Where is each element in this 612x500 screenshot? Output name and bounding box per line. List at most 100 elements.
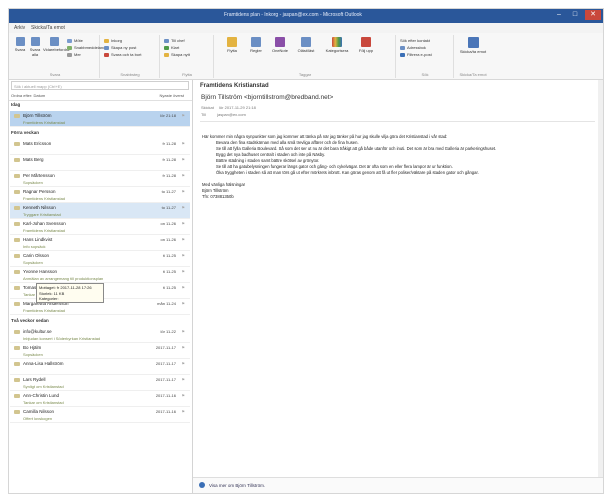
sort-order-label[interactable]: Nyaste överst (160, 93, 184, 98)
ribbon-group-send-receive: Skicka/ta emot Skicka/Ta emot (455, 35, 491, 78)
onenote-button[interactable]: OneNote (269, 37, 291, 53)
message-list-pane: Sök i aktuell mapp (Ctrl+E) Ordna efter:… (9, 80, 193, 493)
list-item[interactable]: Karl-Johan Svensson Framtidens Kristianst… (10, 219, 190, 235)
close-button[interactable]: ✕ (585, 10, 601, 20)
list-item-sender: Ann-Christin Lund (23, 393, 60, 398)
to-value[interactable]: jaspan@ex.com (217, 112, 246, 117)
list-item[interactable]: Bo Hjälm Sopsäcken 2017-11-17 ⚑ (10, 343, 190, 359)
list-item-date: fr 11-28 (162, 173, 177, 178)
filter-email-button[interactable]: Filtrera e-post (400, 52, 432, 57)
tab-skicka[interactable]: Skicka/Ta emot (31, 25, 65, 31)
forward-icon (49, 37, 59, 46)
move-button[interactable]: Flytta (221, 37, 243, 53)
list-item-date: 2017-11-17 (155, 361, 176, 366)
reading-scrollbar[interactable] (598, 80, 603, 493)
group-header[interactable]: Två veckor sedan (11, 318, 49, 323)
find-contact-button[interactable]: Sök efter kontakt (400, 38, 430, 43)
window-title: Framtidens plan - Inkorg - jaspan@ex.com… (224, 12, 362, 18)
list-item-date: on 11-26 (160, 221, 177, 226)
quick-step-1[interactable]: Inkorg (104, 38, 122, 43)
search-input[interactable]: Sök i aktuell mapp (Ctrl+E) (11, 81, 189, 90)
rules-button[interactable]: Regler (245, 37, 267, 53)
reply-all-icon (30, 37, 40, 46)
group-header[interactable]: Idag (11, 102, 20, 107)
tab-arkiv[interactable]: Arkiv (14, 25, 25, 31)
flag-icon[interactable]: ⚑ (181, 345, 185, 350)
sort-by-label[interactable]: Ordna efter: Datum (11, 93, 45, 98)
ribbon: Svara Svara alla Vidarebefordra Möte Sna… (9, 33, 603, 80)
flag-icon[interactable]: ⚑ (181, 329, 185, 334)
list-item[interactable]: Anna-Lisa Hallström 2017-11-17 ⚑ (10, 359, 190, 375)
flag-icon[interactable]: ⚑ (181, 285, 185, 290)
flag-icon[interactable]: ⚑ (181, 301, 185, 306)
list-item[interactable]: info@kultur.se Inbjudan konsert i Söderky… (10, 327, 190, 343)
ribbon-group-sok: Sök efter kontakt Adressbok Filtrera e-p… (397, 35, 454, 78)
expand-icon[interactable] (199, 482, 205, 488)
flag-icon[interactable]: ⚑ (181, 361, 185, 366)
message-body: Här kommer min några synpunkter som jag … (202, 134, 597, 200)
flag-icon[interactable]: ⚑ (181, 141, 185, 146)
flag-icon[interactable]: ⚑ (181, 205, 185, 210)
list-item[interactable]: Björn Tillström Framtidens Kristianstad lö… (10, 111, 190, 127)
list-item-subject: Framtidens Kristianstad (23, 228, 66, 233)
list-item[interactable]: Ragnar Persson Framtidens Kristianstad to … (10, 187, 190, 203)
more-button[interactable]: Mer (67, 52, 81, 57)
list-item-sender: Bo Hjälm (23, 345, 42, 350)
list-item[interactable]: Mats Ericsson fr 11-28 ⚑ (10, 139, 190, 155)
list-item-date: ti 11-25 (162, 269, 176, 274)
reply-all-button[interactable]: Svara alla (28, 37, 42, 57)
list-item[interactable]: Yvonne Hansson Anmälan av arrangemang til… (10, 267, 190, 283)
flag-icon[interactable]: ⚑ (181, 189, 185, 194)
flag-icon[interactable]: ⚑ (181, 237, 185, 242)
meeting-button[interactable]: Möte (67, 38, 83, 43)
list-item[interactable]: Mats Berg fr 11-28 ⚑ (10, 155, 190, 171)
create-new-button[interactable]: Skapa nytt (164, 52, 190, 57)
group-header[interactable]: Förra veckan (11, 130, 39, 135)
address-book-button[interactable]: Adressbok (400, 45, 426, 50)
read-unread-button[interactable]: Oläst/läst (293, 37, 319, 53)
envelope-icon (14, 410, 20, 414)
categorize-button[interactable]: Kategorisera (321, 37, 353, 53)
people-pane[interactable]: Visa mer om Björn Tillström. (193, 477, 603, 493)
message-sender[interactable]: Björn Tillström <bjorntillstrom@bredband… (201, 94, 333, 101)
envelope-icon (14, 330, 20, 334)
list-item[interactable]: Kenneth Nilsson Tryggare Kristianstad to 1… (10, 203, 190, 219)
list-item[interactable]: Lars Rydell Synligt om Kristianstad 2017-1… (10, 375, 190, 391)
title-bar: Framtidens plan - Inkorg - jaspan@ex.com… (9, 9, 603, 23)
sent-label: Skickat (201, 105, 214, 110)
list-item[interactable]: Hans Lindkvist Info sopsäck on 11-26 ⚑ (10, 235, 190, 251)
send-receive-button[interactable]: Skicka/ta emot (459, 37, 487, 54)
quick-step-2[interactable]: Skapa ny post (104, 45, 136, 50)
done-button[interactable]: Klart (164, 45, 179, 50)
flag-icon[interactable]: ⚑ (181, 377, 185, 382)
flag-icon[interactable]: ⚑ (181, 221, 185, 226)
list-item-date: to 11-27 (161, 189, 176, 194)
maximize-button[interactable]: □ (567, 10, 583, 20)
sort-bar[interactable]: Ordna efter: Datum Nyaste överst (9, 91, 192, 101)
list-item[interactable]: Camilla Nilsson Offert lovskogen 2017-11-1… (10, 407, 190, 423)
list-item[interactable]: Ann-Christin Lund Tankar om Kristianstad 2… (10, 391, 190, 407)
flag-icon[interactable]: ⚑ (181, 269, 185, 274)
flag-icon[interactable]: ⚑ (181, 157, 185, 162)
envelope-icon (14, 142, 20, 146)
flag-icon[interactable]: ⚑ (181, 173, 185, 178)
envelope-icon (301, 37, 311, 47)
to-label: Till (201, 112, 206, 117)
forward-button[interactable]: Vidarebefordra (43, 37, 69, 52)
list-item-subject: Framtidens Kristianstad (23, 120, 66, 125)
list-item[interactable]: Carin Olsson Sopsäcken ti 11-25 ⚑ (10, 251, 190, 267)
group-label: Svara (49, 72, 61, 77)
reply-button[interactable]: Svara (13, 37, 27, 52)
minimize-button[interactable]: – (551, 10, 567, 20)
follow-up-button[interactable]: Följ upp (355, 37, 377, 53)
list-item[interactable]: Per Mårtensson Sopsäcken fr 11-28 ⚑ (10, 171, 190, 187)
quick-step-3[interactable]: Svara och ta bort (104, 52, 141, 57)
flag-icon[interactable]: ⚑ (181, 393, 185, 398)
list-item-date: 2017-11-16 (155, 409, 176, 414)
to-manager-button[interactable]: Till chef (164, 38, 185, 43)
envelope-icon (14, 222, 20, 226)
flag-icon[interactable]: ⚑ (181, 409, 185, 414)
envelope-icon (14, 394, 20, 398)
flag-icon[interactable]: ⚑ (181, 113, 185, 118)
flag-icon[interactable]: ⚑ (181, 253, 185, 258)
